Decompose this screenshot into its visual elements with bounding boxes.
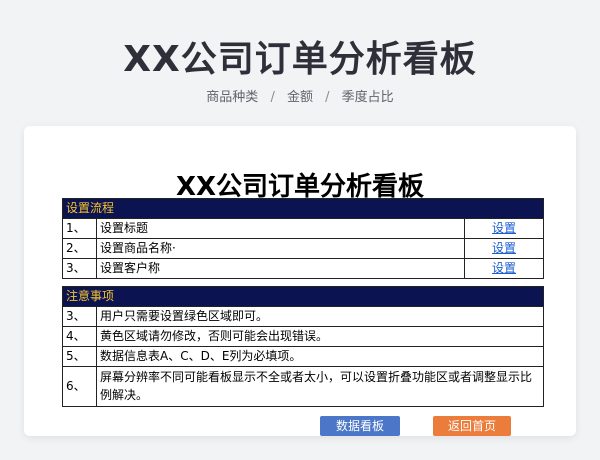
row-text: 用户只需要设置绿色区域即可。 — [100, 309, 269, 323]
row-number: 1、 — [63, 219, 97, 238]
row-text: 黄色区域请勿修改，否则可能会出现错误。 — [100, 329, 329, 343]
notes-block: 注意事项 3、 用户只需要设置绿色区域即可。 4、 黄色区域请勿修改，否则可能会… — [62, 286, 544, 407]
table-row: 4、 黄色区域请勿修改，否则可能会出现错误。 — [63, 326, 543, 346]
row-number: 3、 — [63, 259, 97, 278]
tag-amount: 金额 — [286, 90, 313, 105]
spreadsheet-preview-card: XX公司订单分析看板 设置流程 1、 设置标题 设置 2、 设置商品名称· 设置… — [24, 126, 576, 436]
setup-process-header: 设置流程 — [63, 199, 543, 218]
row-text: 设置商品名称· — [100, 241, 176, 255]
table-row: 1、 设置标题 设置 — [63, 218, 543, 238]
row-number: 2、 — [63, 239, 97, 258]
page-title: XX公司订单分析看板 — [123, 39, 477, 80]
table-row: 6、 屏幕分辨率不同可能看板显示不全或者太小，可以设置折叠功能区或者调整显示比例… — [63, 366, 543, 406]
return-home-button[interactable]: 返回首页 — [433, 416, 511, 436]
tag-separator: / — [270, 90, 275, 105]
set-product-name-link[interactable]: 设置 — [464, 239, 543, 258]
notes-header: 注意事项 — [63, 287, 543, 306]
row-number: 3、 — [63, 307, 97, 326]
set-title-link[interactable]: 设置 — [464, 219, 543, 238]
page: XX公司订单分析看板 商品种类 / 金额 / 季度占比 XX公司订单分析看板 设… — [0, 0, 600, 460]
tag-quarter-share: 季度占比 — [341, 90, 394, 105]
table-row: 2、 设置商品名称· 设置 — [63, 238, 543, 258]
row-number: 4、 — [63, 327, 97, 346]
tag-product-category: 商品种类 — [206, 90, 259, 105]
table-row: 5、 数据信息表A、C、D、E列为必填项。 — [63, 346, 543, 366]
row-text: 设置标题 — [100, 221, 149, 235]
row-number: 5、 — [63, 347, 97, 366]
table-row: 3、 设置客户称 设置 — [63, 258, 543, 278]
subtitle-tags: 商品种类 / 金额 / 季度占比 — [0, 86, 600, 105]
set-customer-name-link[interactable]: 设置 — [464, 259, 543, 278]
row-text: 数据信息表A、C、D、E列为必填项。 — [100, 349, 302, 363]
table-row: 3、 用户只需要设置绿色区域即可。 — [63, 306, 543, 326]
data-dashboard-button[interactable]: 数据看板 — [320, 416, 400, 436]
row-text: 屏幕分辨率不同可能看板显示不全或者太小，可以设置折叠功能区或者调整显示比例解决。 — [100, 370, 533, 402]
tag-separator: / — [325, 90, 330, 105]
row-text: 设置客户称 — [100, 261, 161, 275]
setup-process-block: 设置流程 1、 设置标题 设置 2、 设置商品名称· 设置 3、 设置客户称 设… — [62, 198, 544, 279]
row-number: 6、 — [63, 367, 97, 406]
